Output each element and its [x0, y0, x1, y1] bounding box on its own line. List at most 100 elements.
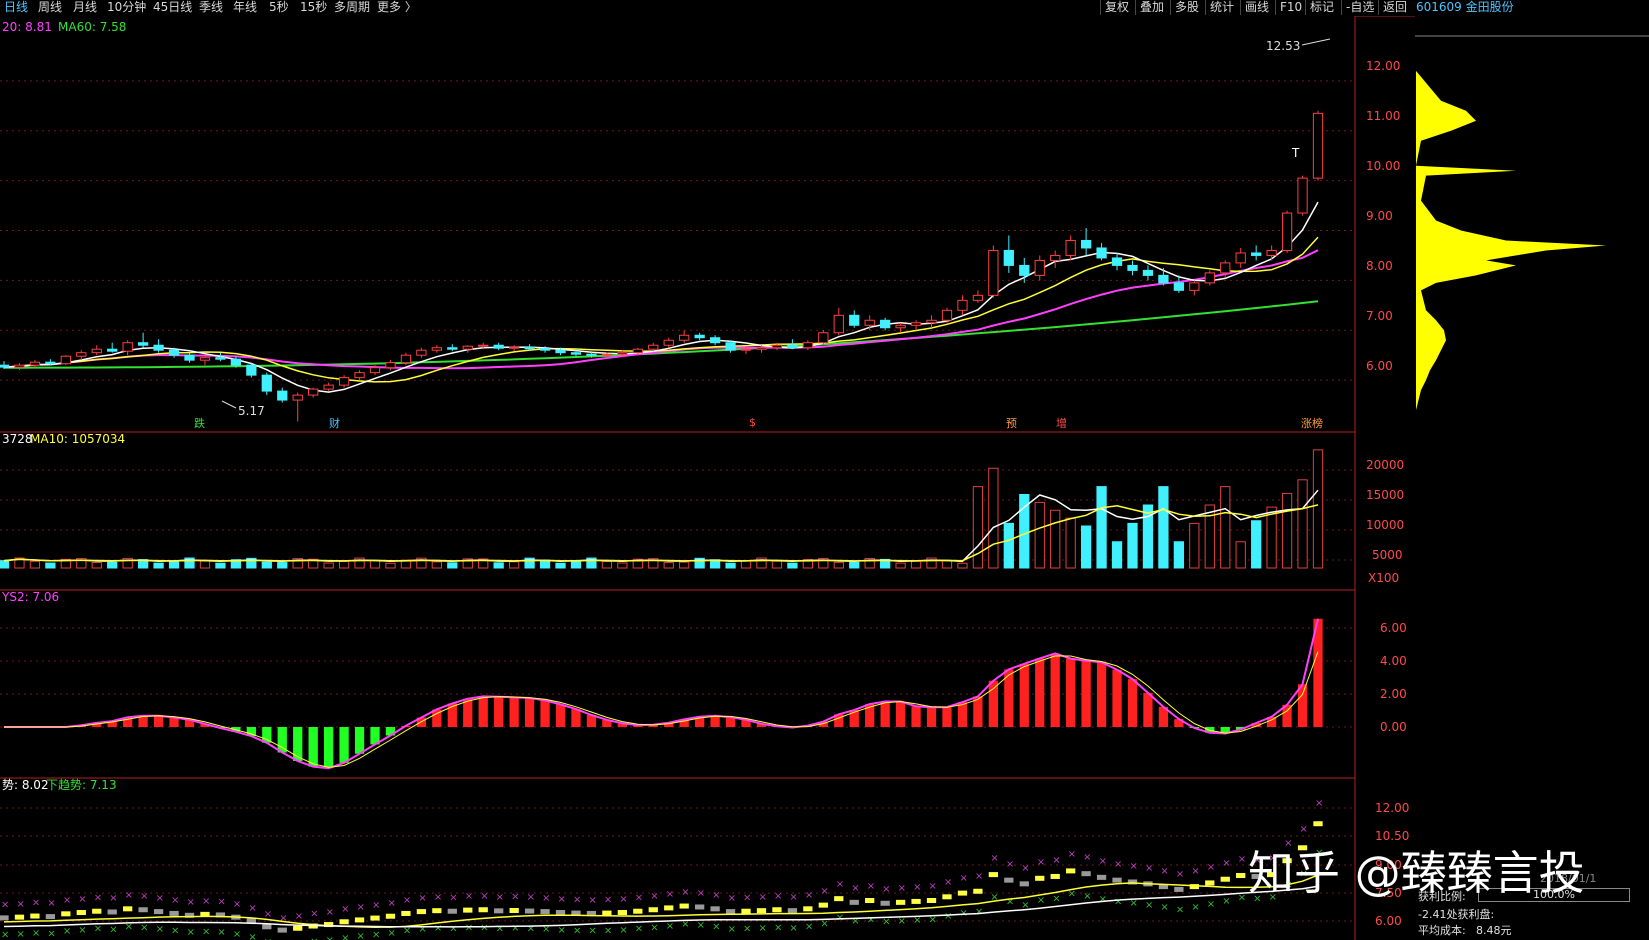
trend-upper-marker: × — [217, 896, 225, 907]
candle-body — [478, 344, 489, 347]
statistics-button[interactable]: 统计 — [1205, 0, 1238, 15]
candle-body — [369, 367, 381, 374]
candle-body — [679, 334, 690, 341]
volume-bar — [1173, 541, 1185, 569]
tab-more[interactable]: 更多 〉 — [377, 0, 417, 15]
trend-upper-marker: × — [403, 895, 411, 906]
avg-cost-value: 8.48元 — [1476, 924, 1512, 937]
candle-body — [941, 309, 953, 321]
trend-upper-marker: × — [140, 891, 148, 902]
volume-bar — [895, 562, 906, 569]
remove-watchlist-button[interactable]: -自选 — [1341, 0, 1378, 15]
volume-bar — [107, 561, 118, 569]
volume-bar — [771, 560, 783, 569]
trend-lower-marker: × — [1222, 896, 1230, 907]
volume-bar — [787, 562, 798, 569]
f10-button[interactable]: F10 — [1275, 0, 1306, 15]
trend-lower-marker: × — [387, 928, 395, 939]
low-price-label: 5.17 — [238, 404, 265, 418]
tab-daily[interactable]: 日线 — [4, 0, 28, 15]
candle-body — [277, 390, 288, 401]
trend-lower-marker: × — [341, 933, 349, 940]
candle-body — [1096, 247, 1107, 259]
volume-value: 3728 — [2, 432, 33, 446]
candle-body — [1312, 112, 1324, 179]
price-tick: 7.00 — [1366, 309, 1393, 323]
event-marker-finance[interactable]: 财 — [329, 415, 340, 431]
candle-body — [45, 361, 56, 365]
tab-quarterly[interactable]: 季线 — [199, 0, 223, 15]
trend-block — [787, 908, 798, 914]
volume-bar — [1111, 541, 1123, 569]
candle-body — [1204, 272, 1215, 284]
restore-rights-button[interactable]: 复权 — [1100, 0, 1133, 15]
zhihu-watermark: 知乎 @臻臻言投 — [1248, 846, 1585, 900]
event-marker-top-gainer[interactable]: 涨榜 — [1301, 415, 1323, 431]
draw-line-button[interactable]: 画线 — [1240, 0, 1273, 15]
volume-bar — [338, 560, 350, 569]
trend-block — [803, 906, 813, 912]
trend-block — [741, 908, 751, 914]
candle-body — [601, 353, 613, 356]
volume-bar — [1235, 541, 1246, 569]
tab-15sec[interactable]: 15秒 — [300, 0, 327, 15]
candle-body — [988, 249, 999, 296]
tab-5sec[interactable]: 5秒 — [269, 0, 289, 15]
overlay-button[interactable]: 叠加 — [1135, 0, 1168, 15]
volume-bar — [910, 560, 922, 569]
tab-10min[interactable]: 10分钟 — [107, 0, 146, 15]
chip-distribution — [1416, 70, 1606, 411]
candle-body — [1220, 262, 1231, 274]
trend-upper-marker: × — [619, 894, 627, 905]
event-marker-increase[interactable]: 增 — [1056, 415, 1067, 431]
high-price-label: 12.53 — [1266, 39, 1301, 53]
trend-upper-marker: × — [357, 902, 365, 913]
back-button[interactable]: 返回 — [1378, 0, 1411, 15]
mark-button[interactable]: 标记 — [1305, 0, 1338, 15]
trend-upper-marker: × — [1176, 869, 1184, 880]
event-marker-drop[interactable]: 跌 — [194, 415, 205, 431]
trend-upper-marker: × — [558, 894, 566, 905]
tab-yearly[interactable]: 年线 — [233, 0, 257, 15]
macd-bar — [926, 707, 937, 727]
trend-lower-marker: × — [187, 927, 195, 938]
trend-block — [30, 913, 40, 919]
stock-title[interactable]: 601609 金田股份 — [1416, 0, 1514, 15]
trend-upper-marker: × — [387, 898, 395, 909]
candle-body — [972, 294, 984, 301]
candle-body — [509, 346, 520, 349]
volume-bar — [431, 561, 442, 569]
event-marker-dollar[interactable]: $ — [749, 416, 756, 429]
candle-body — [431, 347, 442, 351]
macd-bar — [710, 715, 720, 727]
trend-upper-marker: × — [1222, 858, 1230, 869]
trend-lower-marker: × — [1083, 891, 1091, 902]
tab-multi-period[interactable]: 多周期 — [334, 0, 370, 15]
trend-block — [957, 890, 968, 896]
trend-upper-marker: × — [743, 892, 751, 903]
candle-body — [1127, 264, 1138, 271]
trend-lower-marker: × — [805, 922, 813, 933]
trend-upper-marker: × — [604, 894, 612, 905]
candle-body — [1080, 239, 1092, 249]
trend-lower-marker: × — [94, 924, 102, 935]
tab-weekly[interactable]: 周线 — [38, 0, 62, 15]
trend-upper-marker: × — [1315, 798, 1323, 809]
volume-bar — [0, 560, 10, 569]
candle-body — [292, 394, 303, 401]
multi-stock-button[interactable]: 多股 — [1170, 0, 1203, 15]
trend-block — [277, 927, 287, 933]
trend-upper-marker: × — [32, 898, 40, 909]
tab-monthly[interactable]: 月线 — [73, 0, 97, 15]
tab-45day[interactable]: 45日线 — [153, 0, 192, 15]
trend-upper-marker: × — [650, 891, 658, 902]
volume-bar — [740, 560, 752, 569]
candle-body — [895, 324, 906, 329]
candle-body — [91, 348, 102, 354]
candle-body — [137, 342, 149, 346]
volume-bar — [153, 562, 164, 569]
trend-block — [710, 906, 720, 912]
event-marker-forecast[interactable]: 预 — [1006, 415, 1017, 431]
trend-upper-marker: × — [1300, 824, 1308, 835]
trend-block — [834, 896, 844, 902]
